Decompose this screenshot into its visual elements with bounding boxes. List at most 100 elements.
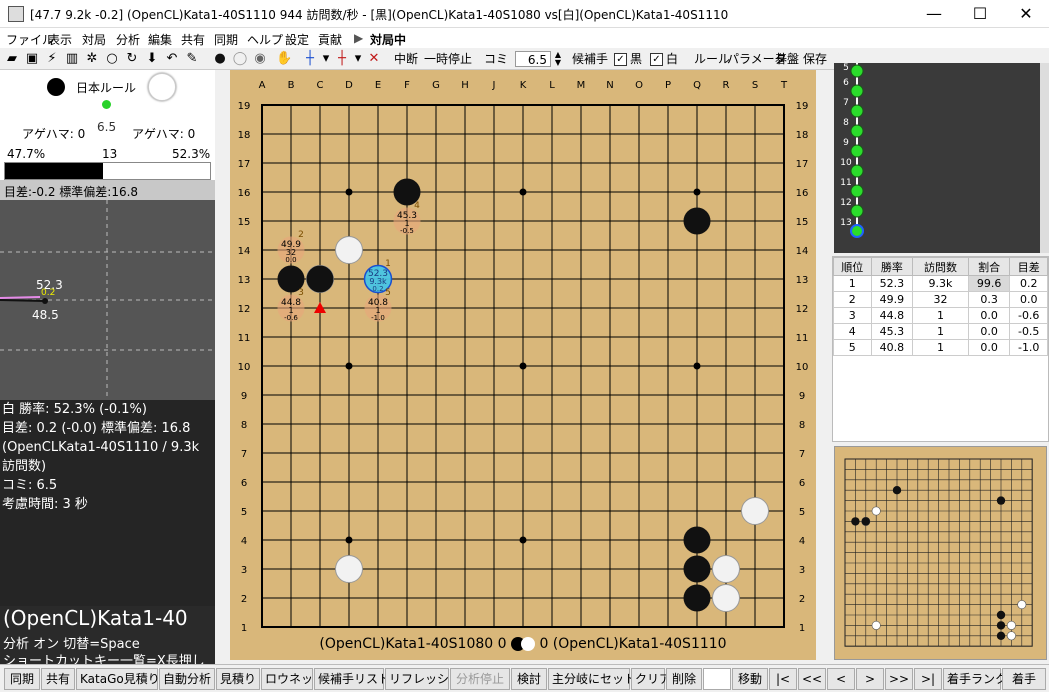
candidate-score: -0.5 xyxy=(400,227,414,235)
col-winrate[interactable]: 勝率 xyxy=(870,257,914,276)
sync-button[interactable]: 同期 xyxy=(4,668,40,690)
down-arrow-icon[interactable]: ⬇ xyxy=(144,51,160,67)
main-board[interactable]: A B C D E F G H J K L M N O P Q R S T 19 19 18 18 17 17 16 16 15 15 1… xyxy=(230,70,816,660)
menu-edit[interactable]: 編集 xyxy=(148,31,172,48)
graph-bottom-label: 48.5 xyxy=(32,308,59,322)
col-ratio[interactable]: 割合 xyxy=(967,257,1011,276)
insert-dropdown-icon[interactable]: ▾ xyxy=(318,51,334,67)
menu-help[interactable]: ヘルプ xyxy=(247,31,283,48)
row-label-right: 17 xyxy=(796,159,809,170)
pencil-icon[interactable]: ✎ xyxy=(184,51,200,67)
game-status: 対局中 xyxy=(370,33,407,47)
tree-node xyxy=(850,64,864,78)
clear-button[interactable]: クリア xyxy=(631,668,671,690)
undo-icon[interactable]: ↶ xyxy=(164,51,180,67)
table-row[interactable]: 5 40.8 1 0.0 -1.0 xyxy=(833,339,1048,356)
menu-file[interactable]: ファイル xyxy=(6,31,54,48)
gear-icon[interactable]: ✲ xyxy=(84,51,100,67)
stop-analysis-button[interactable]: 分析停止 xyxy=(450,668,510,690)
mini-board-svg[interactable] xyxy=(835,447,1046,659)
interrupt-button[interactable]: 中断 xyxy=(394,51,418,67)
review-button[interactable]: 検討 xyxy=(511,668,547,690)
menu-contrib[interactable]: 貢献 xyxy=(318,31,342,48)
set-mainline-button[interactable]: 主分岐にセット xyxy=(548,668,636,690)
move-more-button[interactable]: 着手 xyxy=(1002,668,1046,690)
goban-button[interactable]: 碁盤 xyxy=(775,51,799,67)
alternate-stone-icon[interactable]: ◉ xyxy=(252,51,268,67)
forward10-button[interactable]: >> xyxy=(885,668,913,690)
menu-view[interactable]: 表示 xyxy=(48,31,72,48)
save-button[interactable]: 保存 xyxy=(803,51,827,67)
move-number-input[interactable] xyxy=(703,668,731,690)
first-move-button[interactable]: |< xyxy=(769,668,797,690)
move-rank-button[interactable]: 着手ランク xyxy=(943,668,1007,690)
komi-spinner-icon[interactable]: ▲ ▼ xyxy=(552,51,564,67)
open-icon[interactable]: ▰ xyxy=(4,51,20,67)
black-stone xyxy=(683,584,711,612)
rotate-icon[interactable]: ↻ xyxy=(124,51,140,67)
board-svg[interactable]: A B C D E F G H J K L M N O P Q R S T19 1918 1817 1716 1615 151… xyxy=(230,70,816,638)
move-tree[interactable]: 5 6 7 8 9 10 11 12 13 xyxy=(834,63,1049,253)
hand-icon[interactable]: ✋ xyxy=(276,51,292,67)
table-row[interactable]: 3 44.8 1 0.0 -0.6 xyxy=(833,307,1048,324)
mini-board[interactable] xyxy=(834,446,1047,660)
table-row[interactable]: 1 52.3 9.3k 99.6 0.2 xyxy=(833,275,1048,292)
candidate-list-button[interactable]: 候補手リスト xyxy=(314,668,390,690)
white-checkbox[interactable]: ✓ xyxy=(650,53,663,66)
back-button[interactable]: < xyxy=(827,668,855,690)
close-button[interactable]: ✕ xyxy=(1003,0,1049,28)
minimize-button[interactable]: — xyxy=(911,0,957,28)
loadnet-button[interactable]: ロウネット xyxy=(261,668,325,690)
tree-svg[interactable]: 5 6 7 8 9 10 11 12 13 xyxy=(834,63,1039,253)
col-score[interactable]: 目差 xyxy=(1009,257,1048,276)
col-visits[interactable]: 訪問数 xyxy=(912,257,969,276)
tree-node-label: 8 xyxy=(843,118,849,128)
mini-black-stone xyxy=(892,486,902,495)
white-stone xyxy=(712,555,740,583)
candidate-table[interactable]: 順位 勝率 訪問数 割合 目差 1 52.3 9.3k 99.6 0.2 2 49.9 32 0… xyxy=(833,257,1048,356)
mini-white-stone xyxy=(1017,600,1027,610)
chart-icon[interactable]: ▥ xyxy=(64,51,80,67)
menu-game[interactable]: 対局 xyxy=(82,31,106,48)
black-stone-icon[interactable]: ● xyxy=(212,51,228,67)
insert-icon[interactable]: ┼ xyxy=(302,51,318,67)
move-button[interactable]: 移動 xyxy=(732,668,768,690)
row-label-left: 17 xyxy=(238,159,251,170)
table-row[interactable]: 2 49.9 32 0.3 0.0 xyxy=(833,291,1048,308)
tree-node xyxy=(850,164,864,178)
graph-mini-label: 0.2 xyxy=(41,288,56,298)
estimate-button[interactable]: 見積り xyxy=(216,668,260,690)
forward-button[interactable]: > xyxy=(856,668,884,690)
col-rank[interactable]: 順位 xyxy=(833,257,872,276)
info-panel: 白 勝率: 52.3% (-0.1%) 目差: 0.2 (-0.0) 標準偏差:… xyxy=(0,400,215,606)
tree-node-label: 5 xyxy=(843,63,849,73)
maximize-button[interactable]: ☐ xyxy=(957,0,1003,28)
pause-button[interactable]: 一時停止 xyxy=(424,51,472,67)
delete-branch-icon[interactable]: ┼ xyxy=(334,51,350,67)
katago-estimate-button[interactable]: KataGo見積り xyxy=(76,668,160,690)
menu-sync[interactable]: 同期 xyxy=(214,31,238,48)
star-point xyxy=(345,362,353,370)
menu-analysis[interactable]: 分析 xyxy=(116,31,140,48)
last-move-button[interactable]: >| xyxy=(914,668,942,690)
bolt-icon[interactable]: ⚡ xyxy=(44,51,60,67)
menu-share[interactable]: 共有 xyxy=(181,31,205,48)
share-button[interactable]: 共有 xyxy=(41,668,75,690)
komi-input[interactable]: 6.5 xyxy=(515,51,551,67)
table-row[interactable]: 4 45.3 1 0.0 -0.5 xyxy=(833,323,1048,340)
save-icon[interactable]: ▣ xyxy=(24,51,40,67)
refresh-button[interactable]: リフレッシュ xyxy=(385,668,461,690)
row-label-left: 8 xyxy=(241,420,247,431)
black-checkbox[interactable]: ✓ xyxy=(614,53,627,66)
tree-scrollbar[interactable] xyxy=(1040,63,1049,253)
auto-analysis-button[interactable]: 自動分析 xyxy=(159,668,215,690)
close-x-icon[interactable]: ✕ xyxy=(366,51,382,67)
circle-icon[interactable]: ○ xyxy=(104,51,120,67)
delete-button[interactable]: 削除 xyxy=(666,668,702,690)
white-stone-icon[interactable]: ◯ xyxy=(232,51,248,67)
rule-button[interactable]: ルール xyxy=(694,51,730,67)
back10-button[interactable]: << xyxy=(798,668,826,690)
delete-dropdown-icon[interactable]: ▾ xyxy=(350,51,366,67)
black-stone-indicator xyxy=(47,78,65,96)
menu-settings[interactable]: 設定 xyxy=(285,31,309,48)
